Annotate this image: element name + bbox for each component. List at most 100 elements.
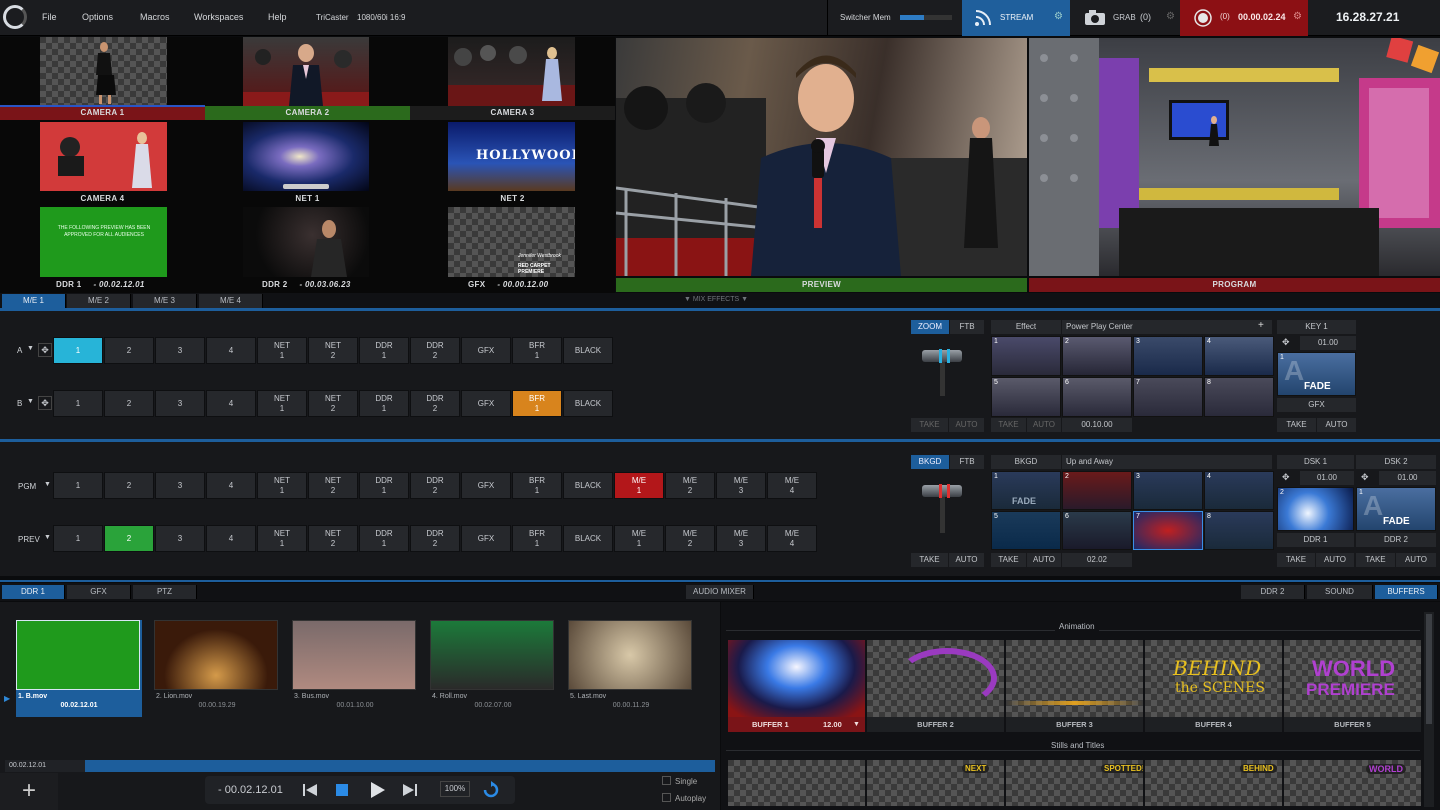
- ddr1-thumb[interactable]: THE FOLLOWING PREVIEW HAS BEEN APPROVED …: [40, 207, 167, 277]
- dsk2-transition-slot[interactable]: 1 A FADE: [1356, 487, 1436, 531]
- record-button[interactable]: (0) 00.00.02.24 ⚙: [1180, 0, 1308, 36]
- me-transition-slot-2[interactable]: 2: [1062, 336, 1132, 376]
- dsk1-take[interactable]: TAKE: [1277, 553, 1315, 567]
- me-effect-take[interactable]: TAKE: [991, 418, 1026, 432]
- prev-row-button-9[interactable]: GFX: [461, 525, 511, 552]
- prev-dropdown-icon[interactable]: ▼: [44, 534, 51, 541]
- me-effect-duration[interactable]: 00.10.00: [1062, 418, 1132, 432]
- tab-me4[interactable]: M/E 4: [199, 294, 263, 308]
- net1-thumb[interactable]: [243, 122, 369, 191]
- main-tbar[interactable]: [922, 485, 962, 497]
- dsk2-position-icon[interactable]: ✥: [1361, 472, 1369, 483]
- me-transition-slot-5[interactable]: 5: [991, 377, 1061, 417]
- me-take-button[interactable]: TAKE: [911, 418, 948, 432]
- still-5[interactable]: WORLD: [1284, 760, 1421, 806]
- stream-settings-icon[interactable]: ⚙: [1054, 11, 1063, 22]
- me-add-effect-icon[interactable]: +: [1258, 320, 1264, 331]
- still-1[interactable]: [728, 760, 865, 806]
- grab-settings-icon[interactable]: ⚙: [1166, 11, 1175, 22]
- menu-macros[interactable]: Macros: [140, 12, 170, 22]
- menu-workspaces[interactable]: Workspaces: [194, 12, 243, 22]
- dsk2-source[interactable]: DDR 2: [1356, 533, 1436, 547]
- ddr-speed[interactable]: 100%: [440, 781, 470, 797]
- buffer-2[interactable]: BUFFER 2: [867, 640, 1004, 732]
- key1-take[interactable]: TAKE: [1277, 418, 1316, 432]
- dsk1-auto[interactable]: AUTO: [1316, 553, 1354, 567]
- me-row_b-button-10[interactable]: BFR 1: [512, 390, 562, 417]
- dsk2-duration[interactable]: 01.00: [1379, 471, 1436, 485]
- ddr-clip-5[interactable]: 5. Last.mov 00.00.11.29: [568, 620, 694, 709]
- buffer-1-dropdown-icon[interactable]: ▼: [853, 717, 860, 732]
- ddr-clip-4[interactable]: 4. Roll.mov 00.02.07.00: [430, 620, 556, 709]
- prev-row-button-7[interactable]: DDR 1: [359, 525, 409, 552]
- main-auto-button[interactable]: AUTO: [949, 553, 984, 567]
- pgm-row-button-14[interactable]: M/E 3: [716, 472, 766, 499]
- key1-transition-slot[interactable]: 1 A FADE: [1277, 352, 1356, 396]
- me-row_a-button-2[interactable]: 2: [104, 337, 154, 364]
- bkgd-button[interactable]: BKGD: [911, 455, 949, 469]
- me-zoom-button[interactable]: ZOOM: [911, 320, 949, 334]
- prev-row-button-15[interactable]: M/E 4: [767, 525, 817, 552]
- record-settings-icon[interactable]: ⚙: [1293, 11, 1302, 22]
- pgm-row-button-15[interactable]: M/E 4: [767, 472, 817, 499]
- ddr-clip-1[interactable]: 1. B.mov 00.02.12.01: [16, 620, 142, 717]
- menu-help[interactable]: Help: [268, 12, 287, 22]
- tab-gfx[interactable]: GFX: [67, 585, 131, 599]
- camera1-thumb[interactable]: [40, 37, 167, 106]
- bkgd-transition-slot-6[interactable]: 6: [1062, 511, 1132, 550]
- gfx-thumb[interactable]: Jennifer Westbrook RED CARPET PREMIERE: [448, 207, 575, 277]
- net2-thumb[interactable]: HOLLYWOOD: [448, 122, 575, 191]
- dsk2-auto[interactable]: AUTO: [1396, 553, 1436, 567]
- tab-sound[interactable]: SOUND: [1307, 585, 1373, 599]
- row-a-dropdown-icon[interactable]: ▼: [27, 345, 34, 352]
- prev-row-button-3[interactable]: 3: [155, 525, 205, 552]
- bkgd-transition-slot-3[interactable]: 3: [1133, 471, 1203, 510]
- ddr-add-button[interactable]: +: [0, 773, 58, 810]
- me-row_a-button-5[interactable]: NET 1: [257, 337, 307, 364]
- pgm-row-button-3[interactable]: 3: [155, 472, 205, 499]
- pgm-row-button-6[interactable]: NET 2: [308, 472, 358, 499]
- main-take-button[interactable]: TAKE: [911, 553, 948, 567]
- pgm-row-button-9[interactable]: GFX: [461, 472, 511, 499]
- prev-row-button-5[interactable]: NET 1: [257, 525, 307, 552]
- bkgd-transition-slot-4[interactable]: 4: [1204, 471, 1274, 510]
- me-transition-slot-8[interactable]: 8: [1204, 377, 1274, 417]
- me-tbar[interactable]: [922, 350, 962, 362]
- me-row_b-button-4[interactable]: 4: [206, 390, 256, 417]
- camera3-thumb[interactable]: [448, 37, 575, 106]
- stop-icon[interactable]: [334, 782, 350, 798]
- key1-auto[interactable]: AUTO: [1317, 418, 1356, 432]
- dsk1-position-icon[interactable]: ✥: [1282, 472, 1290, 483]
- tab-ddr1[interactable]: DDR 1: [2, 585, 65, 599]
- tab-audio-mixer[interactable]: AUDIO MIXER: [686, 585, 754, 599]
- buffers-scrollbar[interactable]: [1424, 612, 1434, 807]
- me-row_b-button-6[interactable]: NET 2: [308, 390, 358, 417]
- dsk1-duration[interactable]: 01.00: [1300, 471, 1354, 485]
- pgm-row-button-10[interactable]: BFR 1: [512, 472, 562, 499]
- loop-icon[interactable]: [482, 781, 500, 799]
- me-row_a-button-8[interactable]: DDR 2: [410, 337, 460, 364]
- me-row_b-button-2[interactable]: 2: [104, 390, 154, 417]
- dsk1-transition-slot[interactable]: 2: [1277, 487, 1354, 531]
- bkgd-transition-slot-1[interactable]: 1 FADE: [991, 471, 1061, 510]
- previous-icon[interactable]: [302, 782, 318, 798]
- pgm-row-button-11[interactable]: BLACK: [563, 472, 613, 499]
- pgm-row-button-12[interactable]: M/E 1: [614, 472, 664, 499]
- camera4-thumb[interactable]: [40, 122, 167, 191]
- mix-effects-toggle[interactable]: ▼ MIX EFFECTS ▼: [684, 296, 748, 303]
- pgm-row-button-13[interactable]: M/E 2: [665, 472, 715, 499]
- prev-row-button-1[interactable]: 1: [53, 525, 103, 552]
- preview-monitor[interactable]: [616, 38, 1027, 276]
- me-row_a-button-1[interactable]: 1: [53, 337, 103, 364]
- me-row_a-button-9[interactable]: GFX: [461, 337, 511, 364]
- me-transition-slot-3[interactable]: 3: [1133, 336, 1203, 376]
- row-b-position-icon[interactable]: ✥: [38, 396, 52, 410]
- still-2[interactable]: NEXT: [867, 760, 1004, 806]
- buffer-4[interactable]: BEHIND the SCENES BUFFER 4: [1145, 640, 1282, 732]
- pgm-row-button-5[interactable]: NET 1: [257, 472, 307, 499]
- buffer-3[interactable]: BUFFER 3: [1006, 640, 1143, 732]
- prev-row-button-12[interactable]: M/E 1: [614, 525, 664, 552]
- me-row_b-button-11[interactable]: BLACK: [563, 390, 613, 417]
- main-effect-auto[interactable]: AUTO: [1027, 553, 1061, 567]
- bkgd-transition-slot-2[interactable]: 2: [1062, 471, 1132, 510]
